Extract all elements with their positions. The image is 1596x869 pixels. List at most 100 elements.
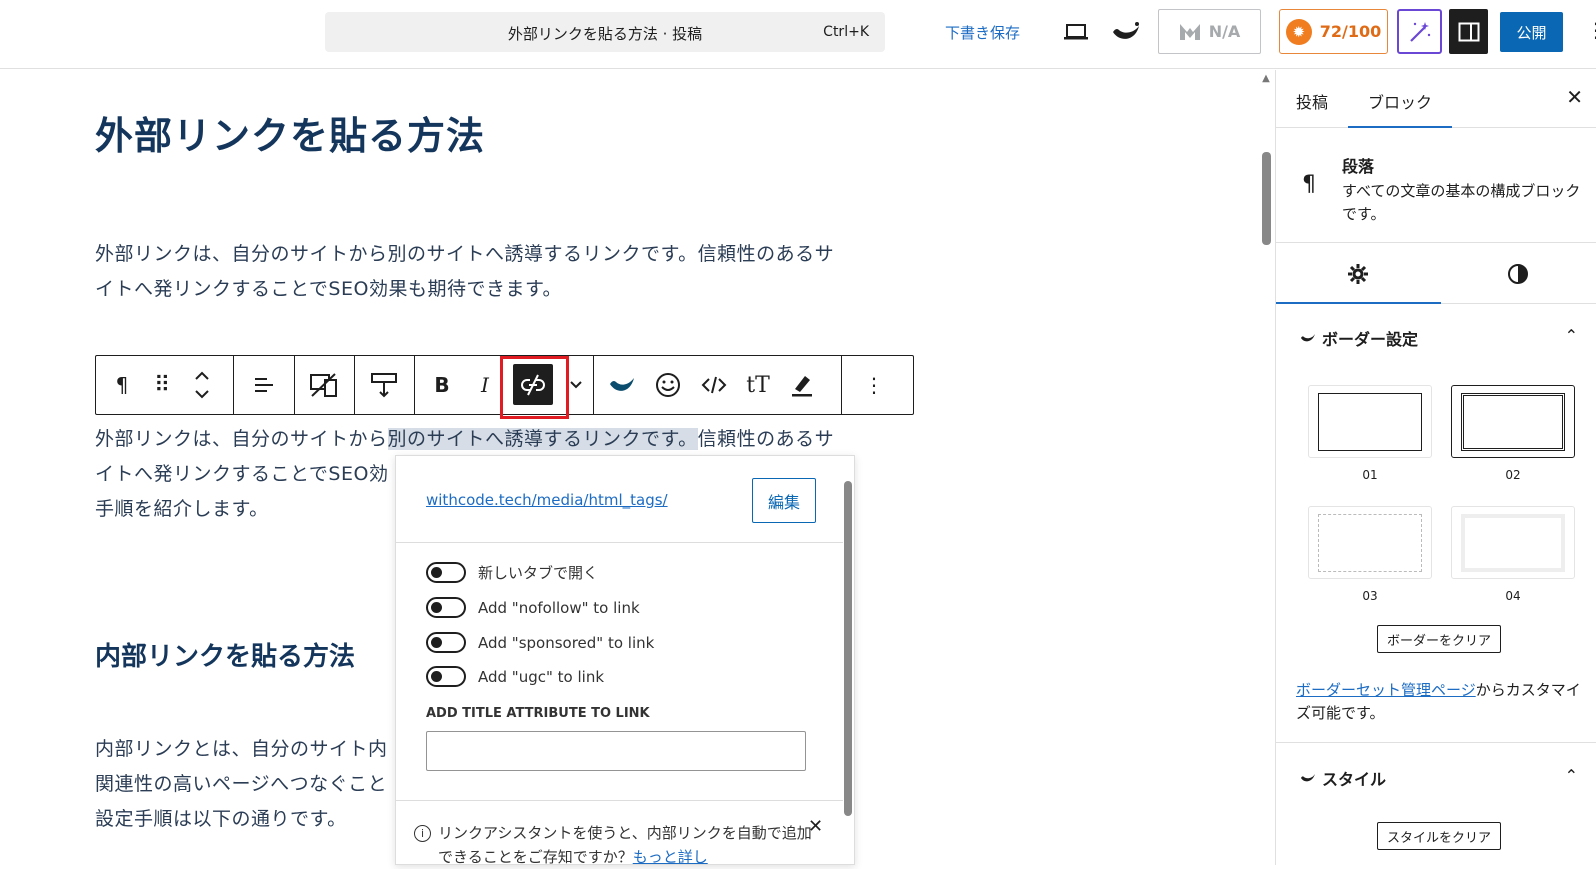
tab-block[interactable]: ブロック <box>1347 89 1453 128</box>
toggle-label: Add "nofollow" to link <box>478 598 640 617</box>
selected-link-text[interactable]: 別のサイトへ誘導するリンクです。 <box>387 428 698 450</box>
style-section-header[interactable]: スタイル <box>1300 766 1386 790</box>
popover-scrollbar[interactable] <box>844 481 852 816</box>
toggle-ugc[interactable]: Add "ugc" to link <box>426 666 604 687</box>
border-option-01[interactable] <box>1308 385 1432 458</box>
swell-logo-icon[interactable] <box>1110 18 1142 46</box>
device-visibility-icon[interactable] <box>299 356 349 414</box>
link-assistant-notice: i リンクアシスタントを使うと、内部リンクを自動で追加できることをご存知ですか？… <box>414 821 814 869</box>
font-size-icon[interactable]: tT <box>738 356 778 414</box>
border-option-03[interactable] <box>1308 506 1432 579</box>
style-section-title: スタイル <box>1322 770 1387 789</box>
settings-gear-icon[interactable] <box>1346 262 1370 286</box>
tab-post[interactable]: 投稿 <box>1296 89 1328 113</box>
border-option-02[interactable] <box>1451 385 1575 458</box>
paragraph-3-line-3: 設定手順は以下の通りです。 <box>95 808 347 830</box>
score-label: 72/100 <box>1319 22 1382 41</box>
paragraph-3-line-1: 内部リンクとは、自分のサイト内 <box>95 738 388 760</box>
command-palette[interactable]: 外部リンクを貼る方法 · 投稿 Ctrl+K <box>325 12 885 52</box>
na-label: N/A <box>1208 22 1241 41</box>
seo-score-button[interactable]: ✹ 72/100 <box>1279 9 1388 54</box>
save-draft-button[interactable]: 下書き保存 <box>945 22 1020 43</box>
sidebar-icon <box>1458 22 1479 41</box>
border-option-04[interactable] <box>1451 506 1575 579</box>
top-bar: 外部リンクを貼る方法 · 投稿 Ctrl+K 下書き保存 N/A ✹ 72/10… <box>0 0 1596 69</box>
gear-score-icon: ✹ <box>1285 18 1312 45</box>
info-icon: i <box>414 825 431 842</box>
paragraph-icon[interactable]: ¶ <box>104 356 140 414</box>
toggle-switch[interactable] <box>426 562 466 583</box>
border-set-manage-link[interactable]: ボーダーセット管理ページ <box>1296 681 1476 699</box>
swell-format-icon[interactable] <box>602 356 642 414</box>
paragraph-3-line-2: 関連性の高いページへつなぐこと <box>95 773 388 795</box>
collapse-chevron-icon[interactable]: ⌃ <box>1565 766 1578 785</box>
bold-button[interactable]: B <box>424 356 460 414</box>
section-divider <box>1276 742 1596 743</box>
active-tab-underline <box>1276 302 1441 304</box>
border-option-label: 02 <box>1505 468 1521 482</box>
paragraph-1-line-2: イトへ発リンクすることでSEO効果も期待できます。 <box>95 278 563 300</box>
shortcut-hint: Ctrl+K <box>823 24 869 40</box>
code-icon[interactable] <box>694 356 734 414</box>
paragraph-1-line-1: 外部リンクは、自分のサイトから別のサイトへ誘導するリンクです。信頼性のあるサ <box>95 243 835 265</box>
toggle-sponsored[interactable]: Add "sponsored" to link <box>426 632 654 653</box>
close-panel-icon[interactable]: ✕ <box>1566 85 1583 109</box>
toggle-switch[interactable] <box>426 632 466 653</box>
border-section-header[interactable]: ボーダー設定 <box>1300 326 1418 350</box>
settings-panel: 投稿 ブロック ✕ ¶ 段落 すべての文章の基本の構成ブロックです。 ボーダー設… <box>1275 70 1596 865</box>
italic-button[interactable]: I <box>470 356 500 414</box>
seo-na-button[interactable]: N/A <box>1158 9 1261 54</box>
border-option-label: 01 <box>1362 468 1378 482</box>
close-notice-icon[interactable]: ✕ <box>808 816 823 837</box>
toggle-switch[interactable] <box>426 597 466 618</box>
clear-border-button[interactable]: ボーダーをクリア <box>1377 625 1502 653</box>
ai-wand-button[interactable] <box>1397 9 1442 54</box>
block-options-icon[interactable]: ⋮ <box>854 356 894 414</box>
border-option-label: 04 <box>1505 589 1521 603</box>
edit-link-button[interactable]: 編集 <box>752 478 816 523</box>
magic-wand-icon <box>1409 21 1430 42</box>
paragraph-3[interactable]: 内部リンクとは、自分のサイト内 関連性の高いページへつなぐこと 設定手順は以下の… <box>95 732 388 837</box>
notice-text: リンクアシスタントを使うと、内部リンクを自動で追加できることをご存知ですか？ <box>438 824 812 866</box>
editor-scrollbar[interactable] <box>1262 152 1271 245</box>
learn-more-link[interactable]: もっと詳し <box>633 848 708 866</box>
toggle-new-tab[interactable]: 新しいタブで開く <box>426 562 598 583</box>
move-up-down-icon[interactable] <box>184 356 220 414</box>
more-options-icon[interactable]: ⋮ <box>1586 18 1596 42</box>
paragraph-2-text-end: 信頼性のあるサ <box>697 428 835 450</box>
block-description: すべての文章の基本の構成ブロックです。 <box>1342 182 1581 223</box>
toggle-label: Add "sponsored" to link <box>478 633 655 652</box>
preview-laptop-icon[interactable] <box>1062 20 1090 44</box>
highlight-pen-icon[interactable] <box>782 356 822 414</box>
swell-small-icon <box>1301 774 1315 782</box>
paragraph-1[interactable]: 外部リンクは、自分のサイトから別のサイトへ誘導するリンクです。信頼性のあるサ イ… <box>95 237 834 307</box>
command-title: 外部リンクを貼る方法 · 投稿 <box>507 25 703 43</box>
paragraph-2-text: 外部リンクは、自分のサイトから <box>95 428 388 450</box>
link-popover: withcode.tech/media/html_tags/ 編集 新しいタブで… <box>395 455 855 866</box>
panel-tabs: 投稿 ブロック ✕ <box>1276 70 1596 128</box>
toggle-nofollow[interactable]: Add "nofollow" to link <box>426 597 640 618</box>
paragraph-block-icon: ¶ <box>1302 172 1316 197</box>
drag-handle-icon[interactable]: ⠿ <box>144 356 180 414</box>
section-heading[interactable]: 内部リンクを貼る方法 <box>95 636 355 673</box>
emoji-icon[interactable] <box>648 356 688 414</box>
settings-sidebar-toggle[interactable] <box>1449 9 1488 54</box>
align-icon[interactable] <box>239 356 289 414</box>
settings-style-tabs <box>1276 244 1596 304</box>
m-logo-icon <box>1179 23 1200 40</box>
styles-contrast-icon[interactable] <box>1506 262 1530 286</box>
title-attribute-input[interactable] <box>426 731 806 771</box>
highlight-box <box>500 356 569 419</box>
clear-style-button[interactable]: スタイルをクリア <box>1377 822 1502 850</box>
post-title[interactable]: 外部リンクを貼る方法 <box>95 105 485 160</box>
border-help-text: ボーダーセット管理ページからカスタマイズ可能です。 <box>1296 679 1586 725</box>
scroll-up-icon[interactable]: ▲ <box>1258 72 1274 84</box>
toggle-switch[interactable] <box>426 666 466 687</box>
toggle-label: 新しいタブで開く <box>478 564 599 582</box>
publish-button[interactable]: 公開 <box>1500 12 1563 52</box>
block-name: 段落 <box>1342 157 1375 176</box>
block-info: ¶ 段落 すべての文章の基本の構成ブロックです。 <box>1276 128 1596 243</box>
spacing-icon[interactable] <box>359 356 409 414</box>
link-url[interactable]: withcode.tech/media/html_tags/ <box>426 491 668 509</box>
collapse-chevron-icon[interactable]: ⌃ <box>1565 326 1578 345</box>
